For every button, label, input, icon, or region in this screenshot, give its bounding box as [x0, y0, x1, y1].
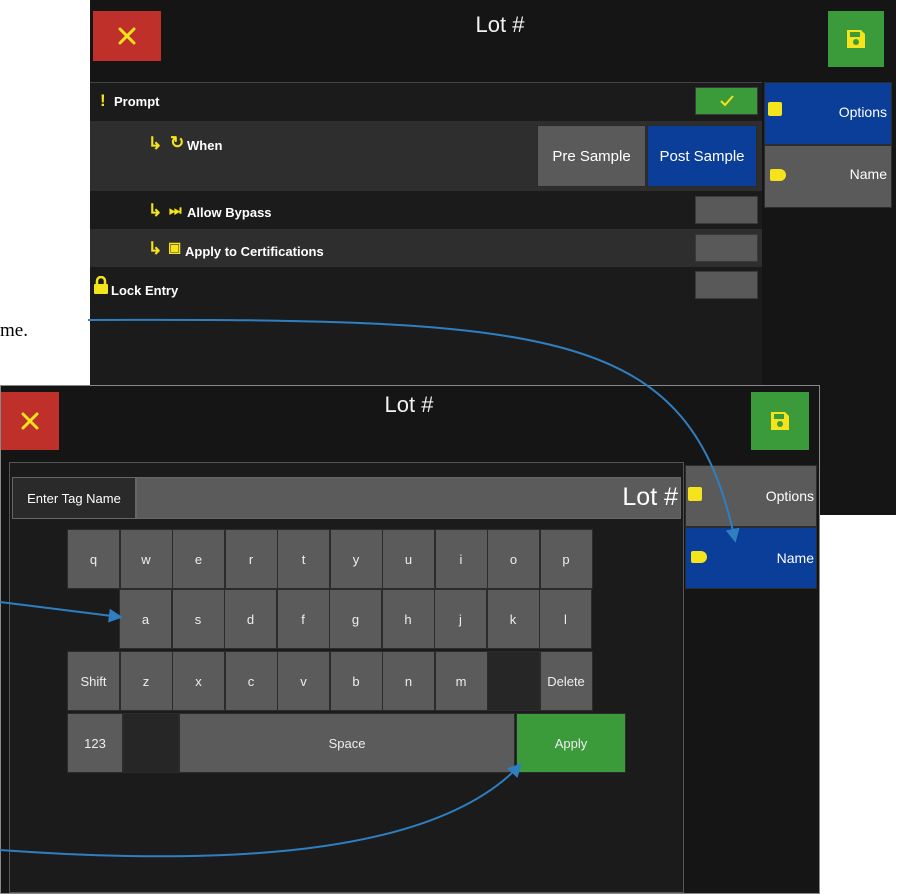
arrow-to-key-a [0, 601, 123, 623]
arrow-to-apply [0, 762, 522, 858]
callout-arrows [0, 318, 740, 858]
arrow-to-name-tab [87, 318, 740, 543]
